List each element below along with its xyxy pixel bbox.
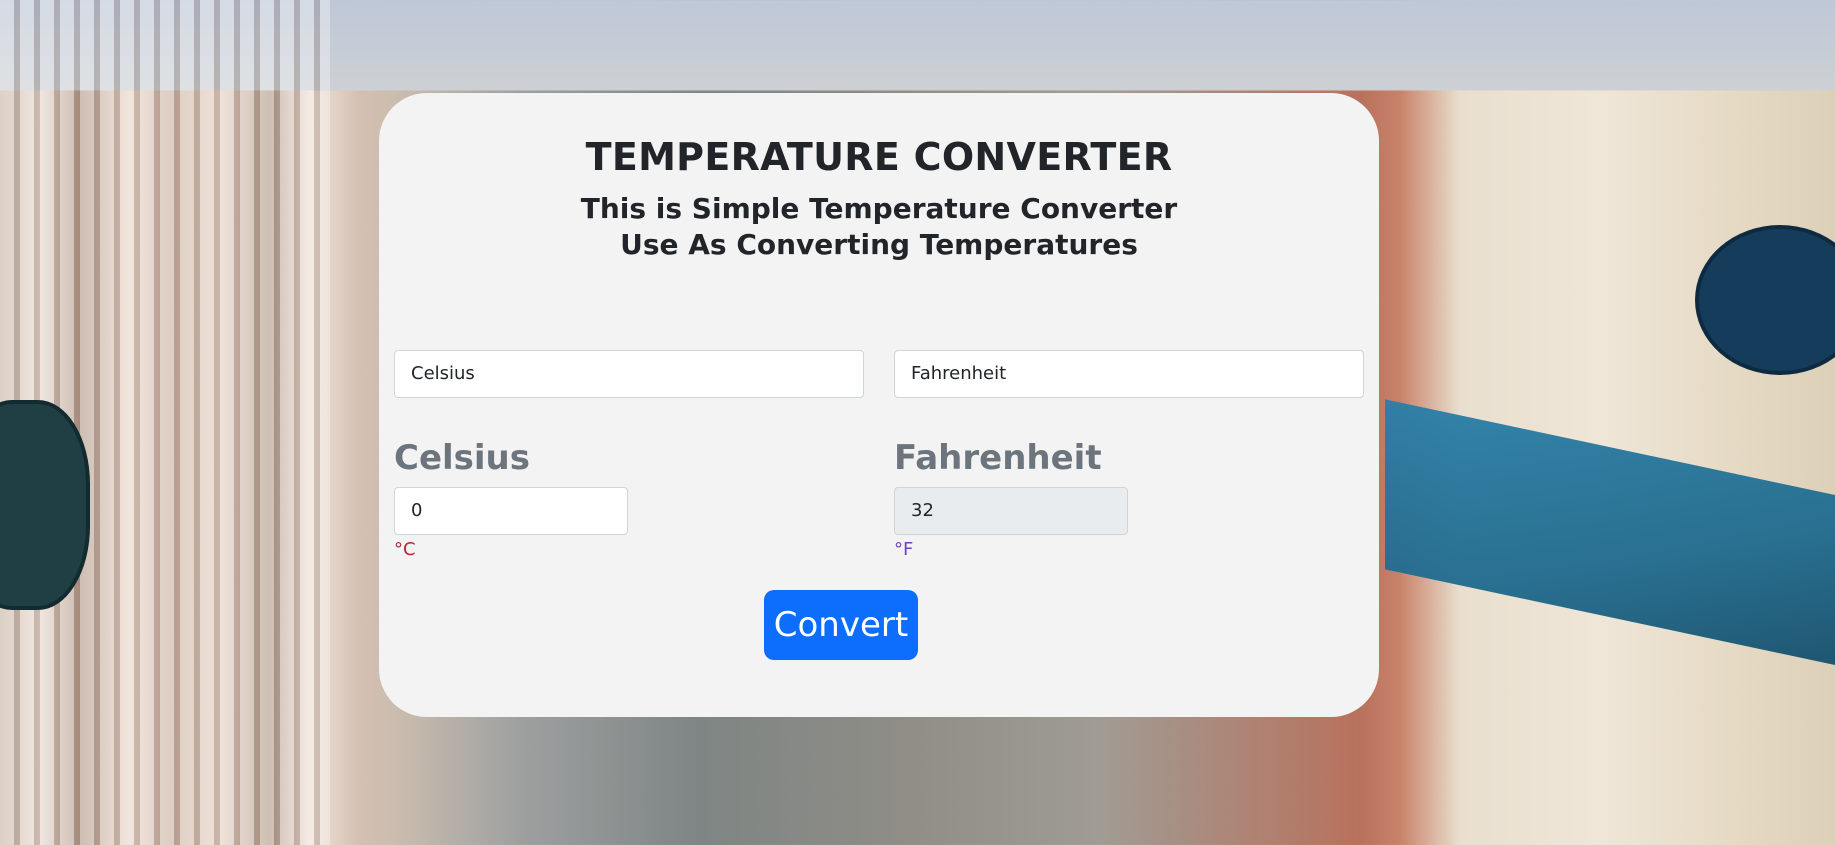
- temperature-output: 32: [894, 487, 1128, 535]
- output-unit-symbol: °F: [894, 539, 914, 560]
- shop-awning: [1385, 399, 1835, 665]
- input-unit-label: Celsius: [394, 438, 530, 478]
- building-shutters: [0, 0, 330, 845]
- converter-card: TEMPERATURE CONVERTER This is Simple Tem…: [379, 93, 1379, 717]
- from-unit-select[interactable]: Celsius: [394, 350, 864, 398]
- shop-sign-left: [0, 400, 90, 610]
- output-unit-label: Fahrenheit: [894, 438, 1102, 478]
- page-title: TEMPERATURE CONVERTER: [585, 135, 1173, 179]
- subtitle-line-1: This is Simple Temperature Converter: [580, 192, 1178, 225]
- page-subtitle: This is Simple Temperature Converter Use…: [379, 191, 1379, 263]
- subtitle-line-2: Use As Converting Temperatures: [620, 228, 1138, 261]
- shop-sign-right: [1695, 225, 1835, 375]
- to-unit-select[interactable]: Fahrenheit: [894, 350, 1364, 398]
- temperature-input[interactable]: 0: [394, 487, 628, 535]
- convert-button[interactable]: Convert: [764, 590, 918, 660]
- input-unit-symbol: °C: [394, 539, 416, 560]
